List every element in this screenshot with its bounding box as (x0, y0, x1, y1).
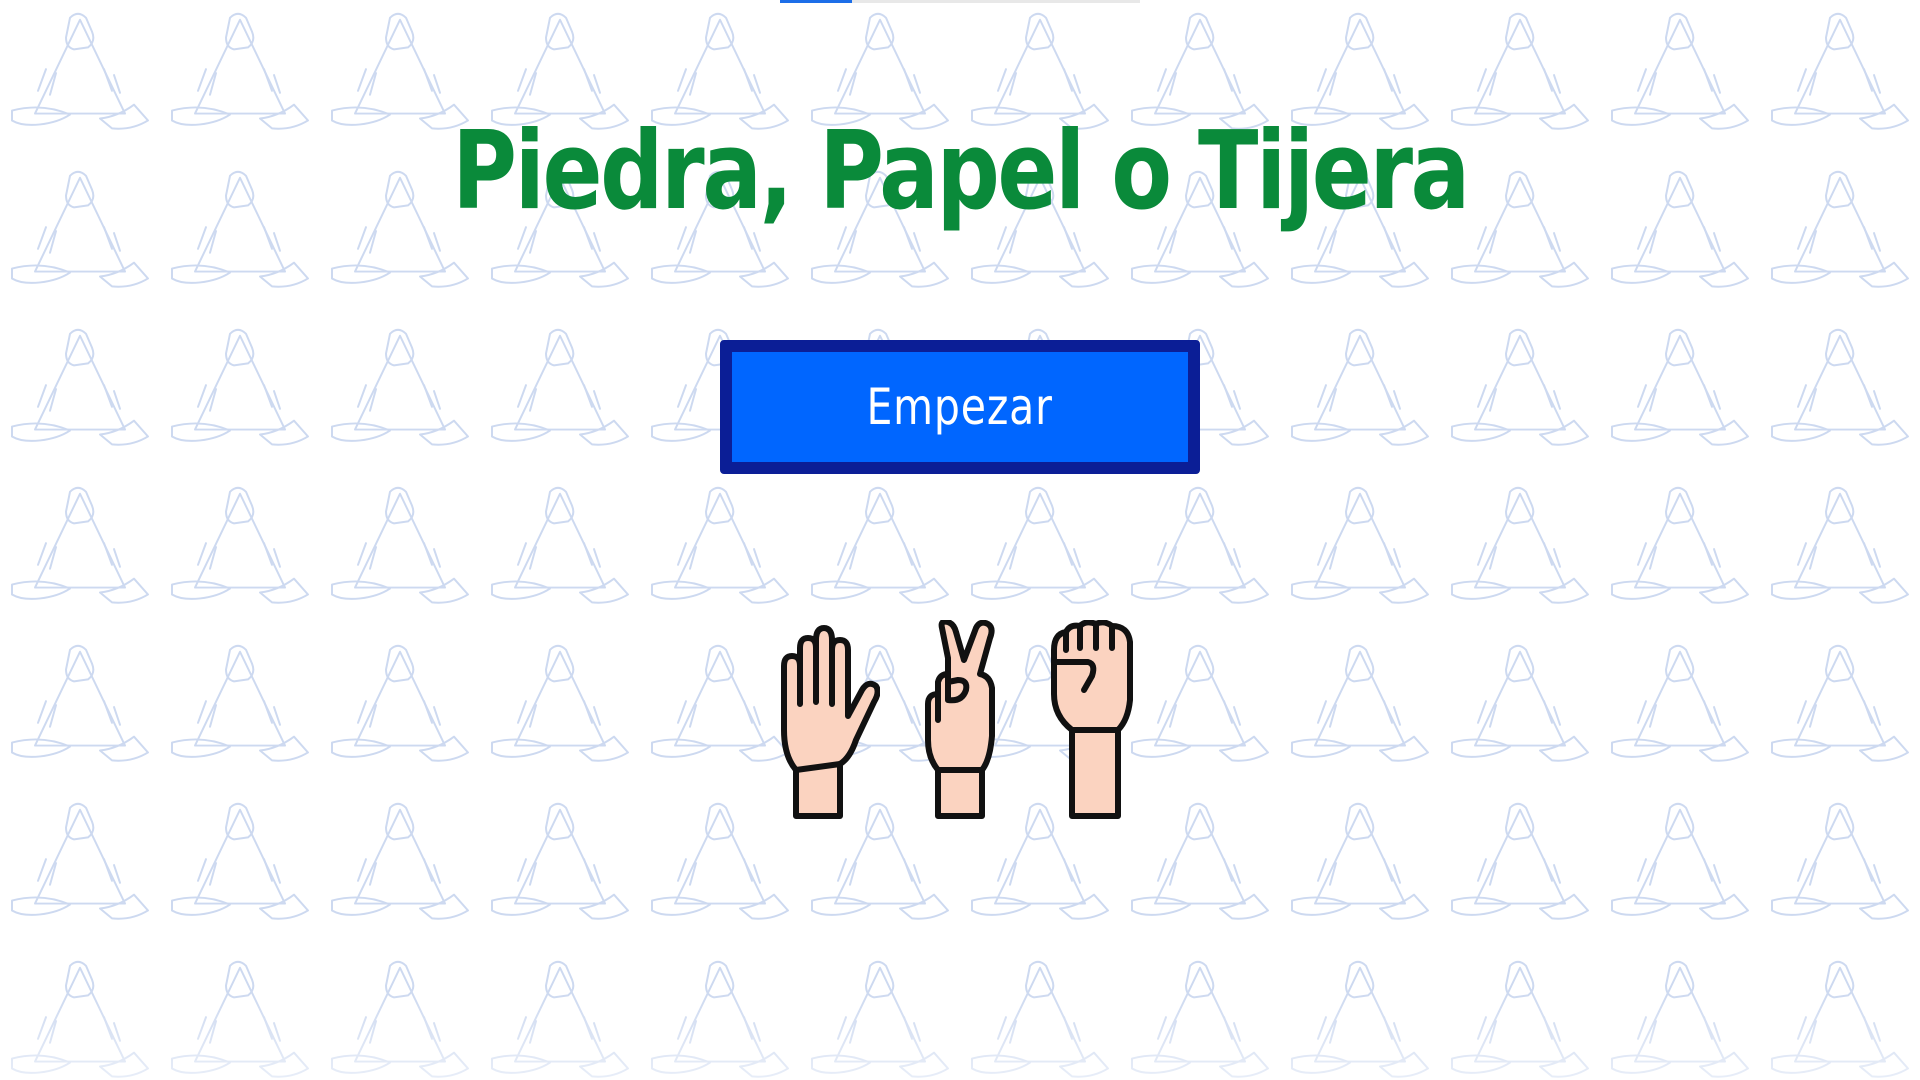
hands-illustration (770, 620, 1150, 820)
start-button[interactable]: Empezar (720, 340, 1200, 474)
open-hand-icon (781, 625, 880, 819)
top-tab-accent (780, 0, 852, 3)
start-button-label: Empezar (866, 378, 1054, 436)
top-tab-strip (780, 0, 1140, 3)
page-title: Piedra, Papel o Tijera (452, 109, 1470, 234)
background-fade (0, 990, 1920, 1080)
fist-icon (1051, 620, 1133, 819)
victory-hand-icon (925, 620, 995, 819)
